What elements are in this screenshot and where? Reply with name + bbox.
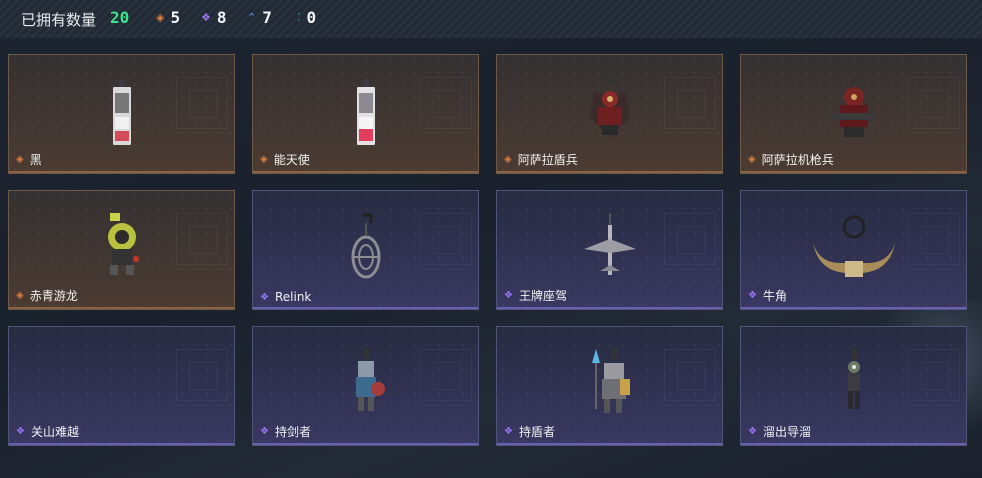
stat-blue: ⌃ 7 — [247, 8, 272, 27]
keychain-card-art — [105, 77, 139, 153]
item-label: ◈ 能天使 — [260, 151, 310, 168]
item-card[interactable]: ❖ 王牌座驾 — [496, 190, 723, 310]
orange-diamond-icon: ◈ — [16, 154, 24, 165]
item-card[interactable]: ❖ 持剑者 — [252, 326, 479, 446]
item-card[interactable]: ◈ 阿萨拉机枪兵 — [740, 54, 967, 174]
sword-knight-figure — [346, 349, 386, 419]
item-label: ❖ 持盾者 — [504, 423, 555, 440]
stat-teal-count: 0 — [306, 8, 317, 27]
purple-diamond-icon: ❖ — [504, 290, 513, 301]
item-name: 持剑者 — [274, 425, 311, 439]
item-name: 阿萨拉机枪兵 — [761, 153, 834, 167]
orange-diamond-icon: ◈ — [260, 154, 268, 165]
stat-teal: ⁚ 0 — [297, 8, 316, 27]
item-label: ❖ 牛角 — [748, 287, 787, 304]
machinegunner-figure — [826, 77, 882, 145]
item-card[interactable]: ❖ 持盾者 — [496, 326, 723, 446]
item-name: 关山难越 — [30, 425, 79, 439]
item-card[interactable]: ❖ 溜出导溜 — [740, 326, 967, 446]
stat-blue-count: 7 — [262, 8, 272, 27]
item-label: ❖ 持剑者 — [260, 423, 311, 440]
purple-diamond-icon: ❖ — [748, 426, 757, 437]
item-card[interactable]: ❖ 牛角 — [740, 190, 967, 310]
item-card[interactable]: ❖ Relink — [252, 190, 479, 310]
ox-horn-keychain — [809, 213, 899, 287]
orange-diamond-icon: ◈ — [504, 154, 512, 165]
item-label: ◈ 赤青游龙 — [16, 287, 78, 304]
item-label: ◈ 黑 — [16, 151, 42, 168]
item-card[interactable]: ◈ 阿萨拉盾兵 — [496, 54, 723, 174]
purple-diamond-icon: ❖ — [16, 426, 25, 437]
purple-diamond-icon: ❖ — [260, 426, 269, 437]
item-card[interactable]: ◈ 能天使 — [252, 54, 479, 174]
shield-soldier-figure — [586, 77, 634, 145]
fighter-jet-keychain — [582, 213, 638, 285]
item-name: 赤青游龙 — [29, 289, 78, 303]
item-label: ❖ 王牌座驾 — [504, 287, 567, 304]
item-label: ❖ 溜出导溜 — [748, 423, 811, 440]
item-name: 溜出导溜 — [762, 425, 811, 439]
item-name: 持盾者 — [518, 425, 555, 439]
item-label: ◈ 阿萨拉盾兵 — [504, 151, 578, 168]
item-card[interactable]: ◈ 赤青游龙 — [8, 190, 235, 310]
item-name: 阿萨拉盾兵 — [517, 153, 578, 167]
teal-dots-icon: ⁚ — [297, 11, 301, 24]
stat-purple: ❖ 8 — [201, 8, 227, 27]
item-name: 牛角 — [762, 289, 787, 303]
keychain-card-art — [349, 77, 383, 153]
purple-diamond-icon: ❖ — [748, 290, 757, 301]
purple-diamond-icon: ❖ — [201, 11, 211, 24]
stat-orange: ◈ 5 — [156, 8, 180, 27]
owned-count-label: 已拥有数量 — [21, 11, 97, 29]
item-label: ❖ 关山难越 — [16, 423, 79, 440]
item-card[interactable]: ❖ 关山难越 — [8, 326, 235, 446]
shield-knight-figure — [588, 349, 632, 421]
item-label: ◈ 阿萨拉机枪兵 — [748, 151, 834, 168]
item-name: 能天使 — [273, 153, 310, 167]
relink-keychain — [349, 213, 383, 285]
item-card[interactable]: ◈ 黑 — [8, 54, 235, 174]
item-label: ❖ Relink — [260, 290, 311, 304]
item-name: Relink — [274, 290, 312, 304]
stat-purple-count: 8 — [216, 8, 227, 27]
inventory-header: 已拥有数量 20 ◈ 5 ❖ 8 ⌃ 7 ⁚ 0 — [0, 0, 982, 38]
dragon-figure — [96, 213, 148, 281]
purple-diamond-icon: ❖ — [260, 291, 269, 303]
orange-diamond-icon: ◈ — [748, 154, 756, 165]
orange-diamond-icon: ◈ — [16, 290, 24, 301]
item-name: 黑 — [29, 153, 42, 167]
owned-count-total: 20 — [110, 8, 130, 27]
stat-orange-count: 5 — [170, 8, 181, 27]
item-name: 王牌座驾 — [518, 289, 567, 303]
blue-chevron-icon: ⌃ — [247, 11, 257, 24]
purple-diamond-icon: ❖ — [504, 426, 513, 437]
orange-diamond-icon: ◈ — [156, 11, 165, 24]
small-figure-keychain — [839, 349, 869, 419]
